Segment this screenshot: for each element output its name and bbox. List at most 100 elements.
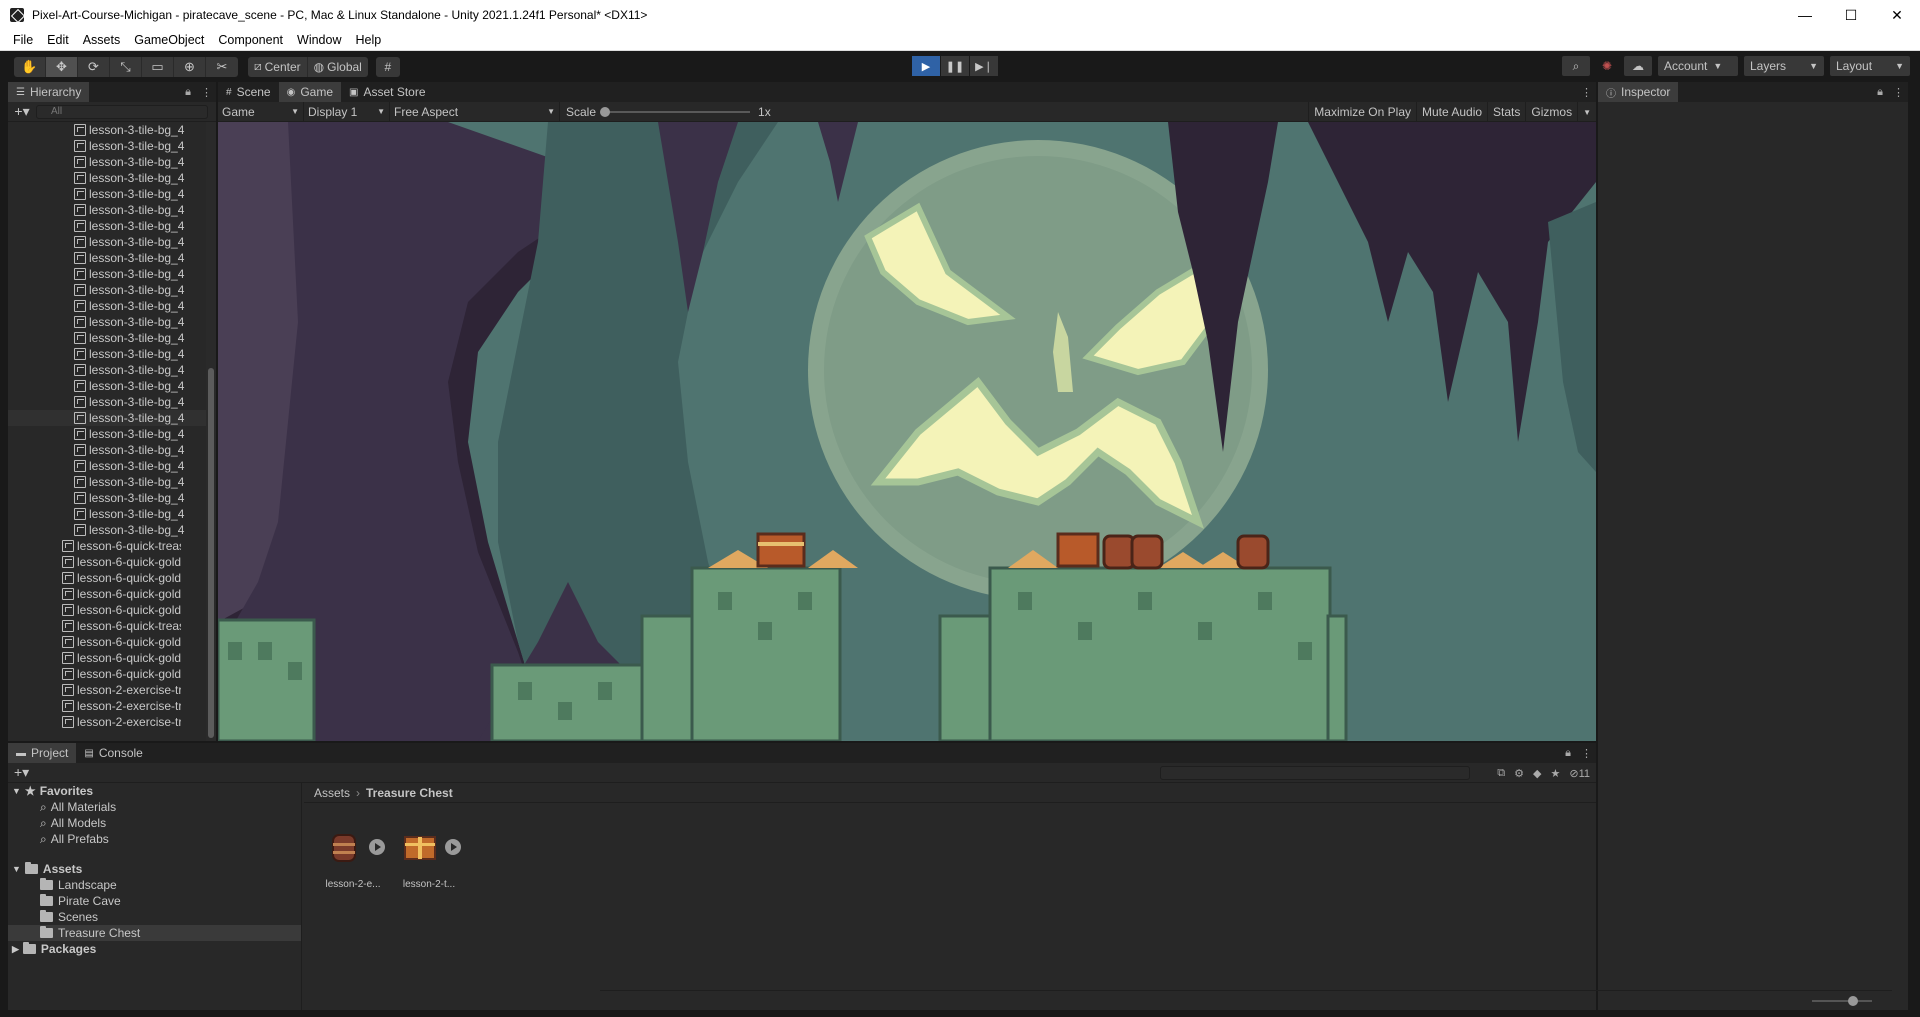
maximize-button[interactable]: ☐ xyxy=(1828,0,1874,30)
favorite-all-models[interactable]: ⌕ All Models xyxy=(8,815,301,831)
folder-scenes[interactable]: Scenes xyxy=(8,909,301,925)
menu-gameobject[interactable]: GameObject xyxy=(127,33,211,47)
folder-pirate-cave[interactable]: Pirate Cave xyxy=(8,893,301,909)
scale-tool-icon[interactable]: ⤡ xyxy=(110,56,142,77)
close-button[interactable]: ✕ xyxy=(1874,0,1920,30)
hierarchy-item[interactable]: lesson-3-tile-bg_4 xyxy=(8,426,216,442)
kebab-menu-icon[interactable]: ⋮ xyxy=(1581,747,1592,760)
add-icon[interactable]: +▾ xyxy=(14,764,29,781)
custom-tool-icon[interactable]: ✂ xyxy=(206,57,238,77)
add-icon[interactable]: +▾ xyxy=(8,103,36,120)
kebab-menu-icon[interactable]: ⋮ xyxy=(201,86,212,99)
scrollbar-thumb[interactable] xyxy=(208,368,214,738)
menu-component[interactable]: Component xyxy=(211,33,290,47)
hierarchy-item[interactable]: lesson-3-tile-bg_4 xyxy=(8,138,216,154)
hierarchy-item[interactable]: lesson-2-exercise-tr xyxy=(8,714,216,730)
filter-label-icon[interactable]: ⚙ xyxy=(1514,767,1524,780)
collab-icon[interactable]: ✺ xyxy=(1596,56,1618,76)
icon-size-slider-knob[interactable] xyxy=(1848,996,1858,1006)
rotate-tool-icon[interactable]: ⟳ xyxy=(78,56,110,77)
kebab-menu-icon[interactable]: ⋮ xyxy=(1581,86,1592,99)
hierarchy-item[interactable]: lesson-6-quick-gold xyxy=(8,602,216,618)
hierarchy-item[interactable]: lesson-3-tile-bg_4 xyxy=(8,202,216,218)
icon-size-slider[interactable] xyxy=(1812,996,1872,1006)
scale-slider[interactable] xyxy=(600,106,751,117)
hierarchy-item[interactable]: lesson-6-quick-gold xyxy=(8,634,216,650)
hierarchy-item[interactable]: lesson-6-quick-gold xyxy=(8,650,216,666)
hierarchy-item[interactable]: lesson-3-tile-bg_4 xyxy=(8,378,216,394)
hidden-packages-icon[interactable]: ⊘11 xyxy=(1569,767,1590,780)
pivot-center-button[interactable]: ⧄ Center xyxy=(248,56,308,77)
maximize-on-play-toggle[interactable]: Maximize On Play xyxy=(1308,102,1416,122)
transform-tool-icon[interactable]: ⊕ xyxy=(174,56,206,77)
packages-folder[interactable]: ▶ Packages xyxy=(8,941,301,957)
menu-window[interactable]: Window xyxy=(290,33,348,47)
play-icon[interactable] xyxy=(369,839,385,855)
display-dropdown[interactable]: Display 1 ▼ xyxy=(304,101,390,122)
hierarchy-item[interactable]: lesson-6-quick-gold xyxy=(8,554,216,570)
account-dropdown[interactable]: Account ▼ xyxy=(1658,56,1738,76)
hierarchy-item[interactable]: lesson-3-tile-bg_4 xyxy=(8,154,216,170)
stats-toggle[interactable]: Stats xyxy=(1487,102,1525,122)
gizmos-toggle[interactable]: Gizmos xyxy=(1525,102,1577,122)
search-icon[interactable]: ⌕ xyxy=(1561,56,1590,76)
search-by-type-icon[interactable]: ⧉ xyxy=(1497,767,1505,780)
cloud-icon[interactable]: ☁ xyxy=(1624,56,1652,76)
hierarchy-item[interactable]: lesson-3-tile-bg_4 xyxy=(8,442,216,458)
game-canvas[interactable] xyxy=(218,122,1596,741)
hierarchy-item[interactable]: lesson-2-exercise-tr xyxy=(8,682,216,698)
hierarchy-item[interactable]: lesson-3-tile-bg_4 xyxy=(8,394,216,410)
mute-audio-toggle[interactable]: Mute Audio xyxy=(1416,102,1487,122)
tag-icon[interactable]: ◆ xyxy=(1533,767,1541,780)
favorites-header[interactable]: ▼ ★ Favorites xyxy=(8,783,301,799)
rect-tool-icon[interactable]: ▭ xyxy=(142,56,174,77)
hierarchy-item[interactable]: lesson-3-tile-bg_4 xyxy=(8,506,216,522)
lock-icon[interactable]: 🔒︎ xyxy=(185,86,191,99)
hierarchy-item[interactable]: lesson-6-quick-gold xyxy=(8,570,216,586)
hierarchy-item[interactable]: lesson-3-tile-bg_4 xyxy=(8,234,216,250)
hierarchy-item[interactable]: lesson-6-quick-treas xyxy=(8,538,216,554)
tab-hierarchy[interactable]: ☰ Hierarchy xyxy=(8,82,90,102)
hierarchy-item[interactable]: lesson-3-tile-bg_4 xyxy=(8,298,216,314)
tab-project[interactable]: ▬ Project xyxy=(8,743,77,763)
hierarchy-item[interactable]: lesson-3-tile-bg_4 xyxy=(8,522,216,538)
assets-folder[interactable]: ▼ Assets xyxy=(8,861,301,877)
hierarchy-item[interactable]: lesson-3-tile-bg_4 xyxy=(8,170,216,186)
hierarchy-item[interactable]: lesson-6-quick-treas xyxy=(8,618,216,634)
chevron-down-icon[interactable]: ▼ xyxy=(1577,102,1596,122)
play-icon[interactable] xyxy=(445,839,461,855)
hierarchy-item[interactable]: lesson-3-tile-bg_4 xyxy=(8,410,216,426)
pause-button[interactable]: ❚❚ xyxy=(941,56,969,76)
hierarchy-item[interactable]: lesson-6-quick-gold xyxy=(8,586,216,602)
play-button[interactable]: ▶ xyxy=(912,56,940,76)
tab-game[interactable]: ◉ Game xyxy=(278,82,342,102)
hierarchy-item[interactable]: lesson-3-tile-bg_4 xyxy=(8,266,216,282)
kebab-menu-icon[interactable]: ⋮ xyxy=(1893,86,1904,99)
menu-help[interactable]: Help xyxy=(348,33,388,47)
menu-file[interactable]: File xyxy=(6,33,40,47)
aspect-dropdown[interactable]: Free Aspect ▼ xyxy=(390,101,560,122)
hierarchy-item[interactable]: lesson-2-exercise-tr xyxy=(8,698,216,714)
hierarchy-item[interactable]: lesson-3-tile-bg_4 xyxy=(8,122,216,138)
project-search-input[interactable] xyxy=(1160,766,1470,780)
favorite-all-materials[interactable]: ⌕ All Materials xyxy=(8,799,301,815)
breadcrumb-assets[interactable]: Assets xyxy=(314,786,350,800)
asset-item-chest[interactable]: lesson-2-t... xyxy=(394,827,464,890)
layers-dropdown[interactable]: Layers ▼ xyxy=(1744,56,1824,76)
hierarchy-search-input[interactable]: All xyxy=(36,104,208,119)
hierarchy-item[interactable]: lesson-6-quick-gold xyxy=(8,666,216,682)
breadcrumb-current[interactable]: Treasure Chest xyxy=(366,786,453,800)
hierarchy-item[interactable]: lesson-3-tile-bg_4 xyxy=(8,346,216,362)
hierarchy-item[interactable]: lesson-3-tile-bg_4 xyxy=(8,458,216,474)
minimize-button[interactable]: — xyxy=(1782,0,1828,30)
hierarchy-item[interactable]: lesson-3-tile-bg_4 xyxy=(8,330,216,346)
step-button[interactable]: ▶❘ xyxy=(970,56,998,76)
lock-icon[interactable]: 🔒︎ xyxy=(1565,747,1571,760)
hierarchy-item[interactable]: lesson-3-tile-bg_4 xyxy=(8,314,216,330)
tab-inspector[interactable]: ⓘ Inspector xyxy=(1598,82,1679,102)
hierarchy-item[interactable]: lesson-3-tile-bg_4 xyxy=(8,474,216,490)
move-tool-icon[interactable]: ✥ xyxy=(46,56,78,77)
tab-console[interactable]: ▤ Console xyxy=(76,743,150,763)
star-icon[interactable]: ★ xyxy=(1550,767,1560,780)
folder-landscape[interactable]: Landscape xyxy=(8,877,301,893)
